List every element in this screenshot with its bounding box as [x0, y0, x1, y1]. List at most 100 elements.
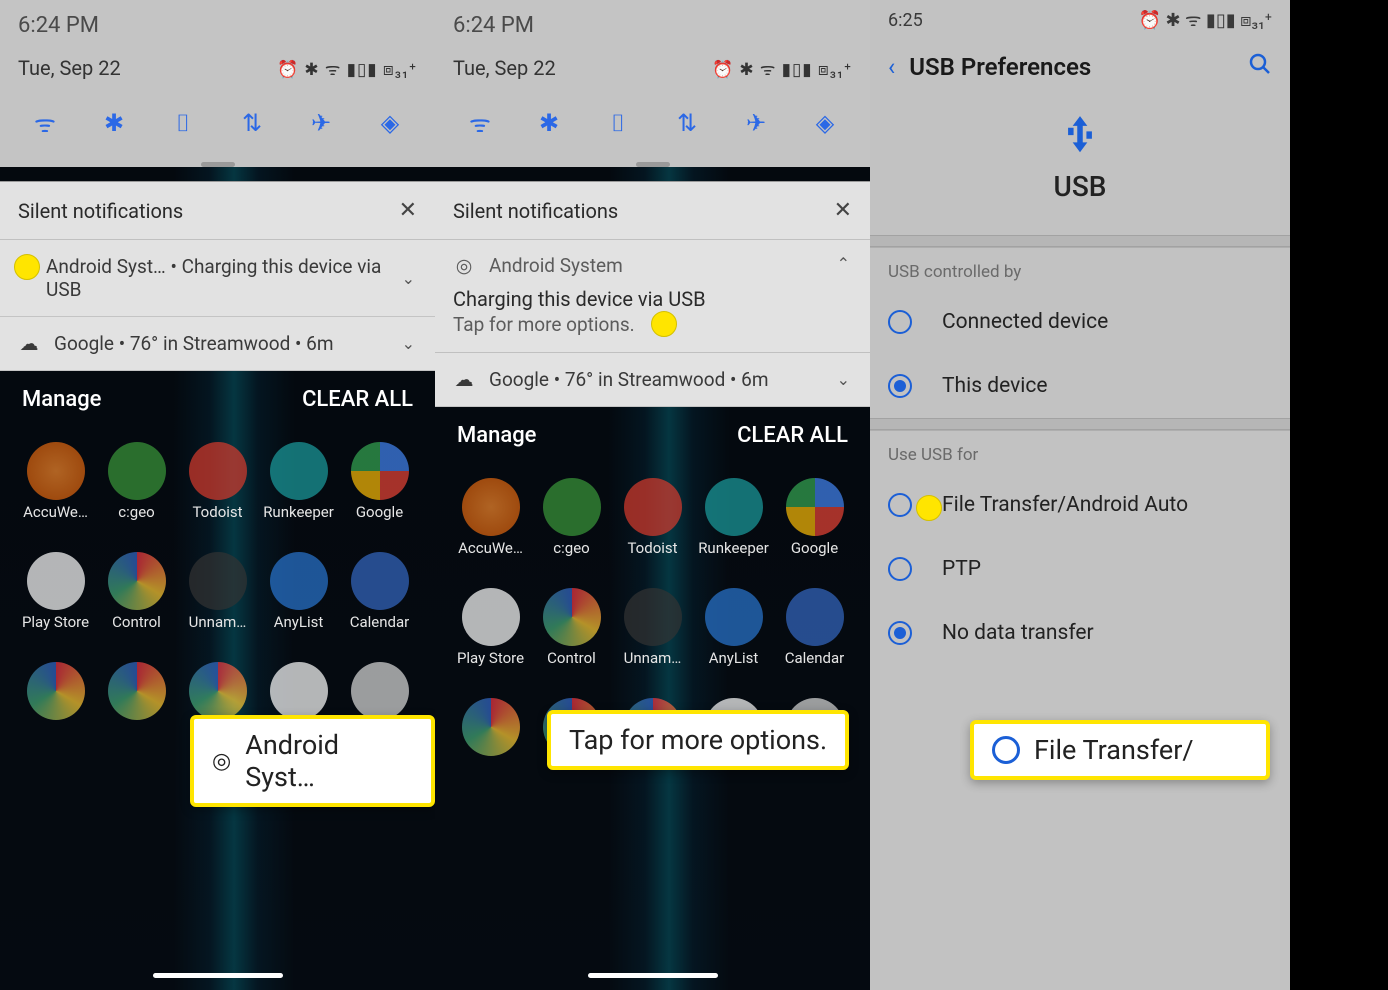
search-icon[interactable]	[1248, 52, 1272, 82]
app-calendar[interactable]: Calendar	[342, 552, 417, 648]
notification-google-weather[interactable]: ☁ Google • 76° in Streamwood • 6m ⌄	[435, 353, 870, 407]
highlight-dot	[916, 495, 942, 521]
notif-text: Google • 76° in Streamwood • 6m	[489, 368, 768, 391]
app-playstore[interactable]: Play Store	[18, 552, 93, 648]
app-anylist[interactable]: AnyList	[696, 588, 771, 684]
back-icon[interactable]: ‹	[888, 53, 895, 81]
cloud-icon: ☁	[453, 369, 475, 391]
shade-handle[interactable]	[636, 162, 670, 167]
app-folder-1[interactable]	[18, 662, 93, 758]
radio-icon	[888, 493, 912, 517]
callout-tap-more-options: Tap for more options.	[547, 710, 849, 770]
wifi-icon[interactable]: ᯤ	[28, 106, 62, 140]
app-folder-2[interactable]	[99, 662, 174, 758]
manage-button[interactable]: Manage	[22, 387, 101, 412]
radio-connected-device[interactable]: Connected device	[870, 290, 1290, 354]
radio-label: This device	[942, 374, 1048, 398]
close-icon[interactable]: ✕	[399, 198, 417, 223]
app-todoist[interactable]: Todoist	[180, 442, 255, 538]
close-icon[interactable]: ✕	[834, 198, 852, 223]
airplane-icon[interactable]: ✈	[739, 106, 773, 140]
app-control[interactable]: Control	[99, 552, 174, 648]
chevron-down-icon[interactable]: ⌄	[402, 269, 415, 288]
flashlight-icon[interactable]: ⌷	[166, 106, 200, 140]
callout-file-transfer: File Transfer/	[970, 720, 1270, 780]
chevron-down-icon[interactable]: ⌄	[837, 370, 850, 389]
quick-settings-row: ᯤ ✱ ⌷ ⇅ ✈ ◈	[453, 90, 852, 162]
bluetooth-icon[interactable]: ✱	[97, 106, 131, 140]
cloud-icon: ☁	[18, 333, 40, 355]
airplane-icon[interactable]: ✈	[304, 106, 338, 140]
data-icon[interactable]: ⇅	[670, 106, 704, 140]
radio-icon	[888, 310, 912, 334]
notif-subtitle: Tap for more options.	[453, 313, 635, 336]
app-unnamed[interactable]: Unnam…	[180, 552, 255, 648]
time: 6:24 PM	[453, 0, 852, 50]
usb-label: USB	[870, 170, 1290, 203]
callout-android-system: ◎ Android Syst…	[190, 715, 435, 807]
radio-label: No data transfer	[942, 621, 1094, 645]
bluetooth-icon[interactable]: ✱	[532, 106, 566, 140]
flashlight-icon[interactable]: ⌷	[601, 106, 635, 140]
nav-gesture-bar[interactable]	[588, 973, 718, 978]
app-unnamed[interactable]: Unnam…	[615, 588, 690, 684]
notification-google-weather[interactable]: ☁ Google • 76° in Streamwood • 6m ⌄	[0, 317, 435, 371]
callout-text: Android Syst…	[245, 729, 413, 793]
app-todoist[interactable]: Todoist	[615, 478, 690, 574]
radio-ptp[interactable]: PTP	[870, 537, 1290, 601]
gear-target-icon: ◎	[453, 255, 475, 277]
manage-button[interactable]: Manage	[457, 423, 536, 448]
radio-label: File Transfer/Android Auto	[942, 493, 1188, 517]
clear-all-button[interactable]: CLEAR ALL	[737, 423, 848, 448]
silent-label: Silent notifications	[453, 199, 618, 223]
highlight-dot	[14, 254, 40, 280]
notification-expanded-header[interactable]: ◎ Android System ⌃	[435, 240, 870, 283]
gear-target-icon: ◎	[212, 749, 231, 774]
callout-text: Tap for more options.	[569, 724, 827, 756]
date: Tue, Sep 22	[453, 56, 556, 80]
radio-this-device[interactable]: This device	[870, 354, 1290, 418]
statusbar-icons: ⏰ ✱ ᯤ ▮▯▮ ⧈₃₁⁺	[712, 57, 852, 80]
chevron-up-icon[interactable]: ⌃	[837, 254, 850, 273]
rotation-icon[interactable]: ◈	[808, 106, 842, 140]
usb-hero: USB	[870, 104, 1290, 235]
data-icon[interactable]: ⇅	[235, 106, 269, 140]
app-runkeeper[interactable]: Runkeep­er	[261, 442, 336, 538]
section-use-usb-for: Use USB for	[870, 430, 1290, 473]
shade-handle[interactable]	[201, 162, 235, 167]
app-calendar[interactable]: Calendar	[777, 588, 852, 684]
radio-label: PTP	[942, 557, 981, 581]
app-runkeeper[interactable]: Runkeep­er	[696, 478, 771, 574]
app-anylist[interactable]: AnyList	[261, 552, 336, 648]
radio-icon	[992, 736, 1020, 764]
notif-title: Charging this device via USB	[453, 287, 852, 311]
chevron-down-icon[interactable]: ⌄	[402, 334, 415, 353]
notification-android-system[interactable]: Android Syst… • Charging this device via…	[0, 240, 435, 317]
app-playstore[interactable]: Play Store	[453, 588, 528, 684]
highlight-dot	[651, 311, 677, 337]
rotation-icon[interactable]: ◈	[373, 106, 407, 140]
app-cgeo[interactable]: c:geo	[534, 478, 609, 574]
app-control[interactable]: Control	[534, 588, 609, 684]
app-google[interactable]: Google	[777, 478, 852, 574]
radio-icon-selected	[888, 621, 912, 645]
screenshot-2: 6:24 PM Tue, Sep 22 ⏰ ✱ ᯤ ▮▯▮ ⧈₃₁⁺ ᯤ ✱ ⌷…	[435, 0, 870, 990]
app-accuweather[interactable]: AccuWe…	[18, 442, 93, 538]
app-cgeo[interactable]: c:geo	[99, 442, 174, 538]
nav-gesture-bar[interactable]	[153, 973, 283, 978]
app-accuweather[interactable]: AccuWe…	[453, 478, 528, 574]
screenshot-3: 6:25 ⏰ ✱ ᯤ ▮▯▮ ⧈₃₁⁺ ‹ USB Preferences US…	[870, 0, 1290, 990]
wifi-icon[interactable]: ᯤ	[463, 106, 497, 140]
statusbar-icons: ⏰ ✱ ᯤ ▮▯▮ ⧈₃₁⁺	[1139, 8, 1272, 32]
clear-all-button[interactable]: CLEAR ALL	[302, 387, 413, 412]
app-folder-1[interactable]	[453, 698, 528, 794]
radio-label: Connected device	[942, 310, 1108, 334]
silent-label: Silent notifications	[18, 199, 183, 223]
callout-text: File Transfer/	[1034, 734, 1194, 766]
app-google[interactable]: Google	[342, 442, 417, 538]
radio-file-transfer[interactable]: File Transfer/Android Auto	[870, 473, 1290, 537]
notification-expanded-body[interactable]: Charging this device via USB Tap for mor…	[435, 283, 870, 353]
radio-no-data-transfer[interactable]: No data transfer	[870, 601, 1290, 665]
radio-icon-selected	[888, 374, 912, 398]
quick-settings-row: ᯤ ✱ ⌷ ⇅ ✈ ◈	[18, 90, 417, 162]
